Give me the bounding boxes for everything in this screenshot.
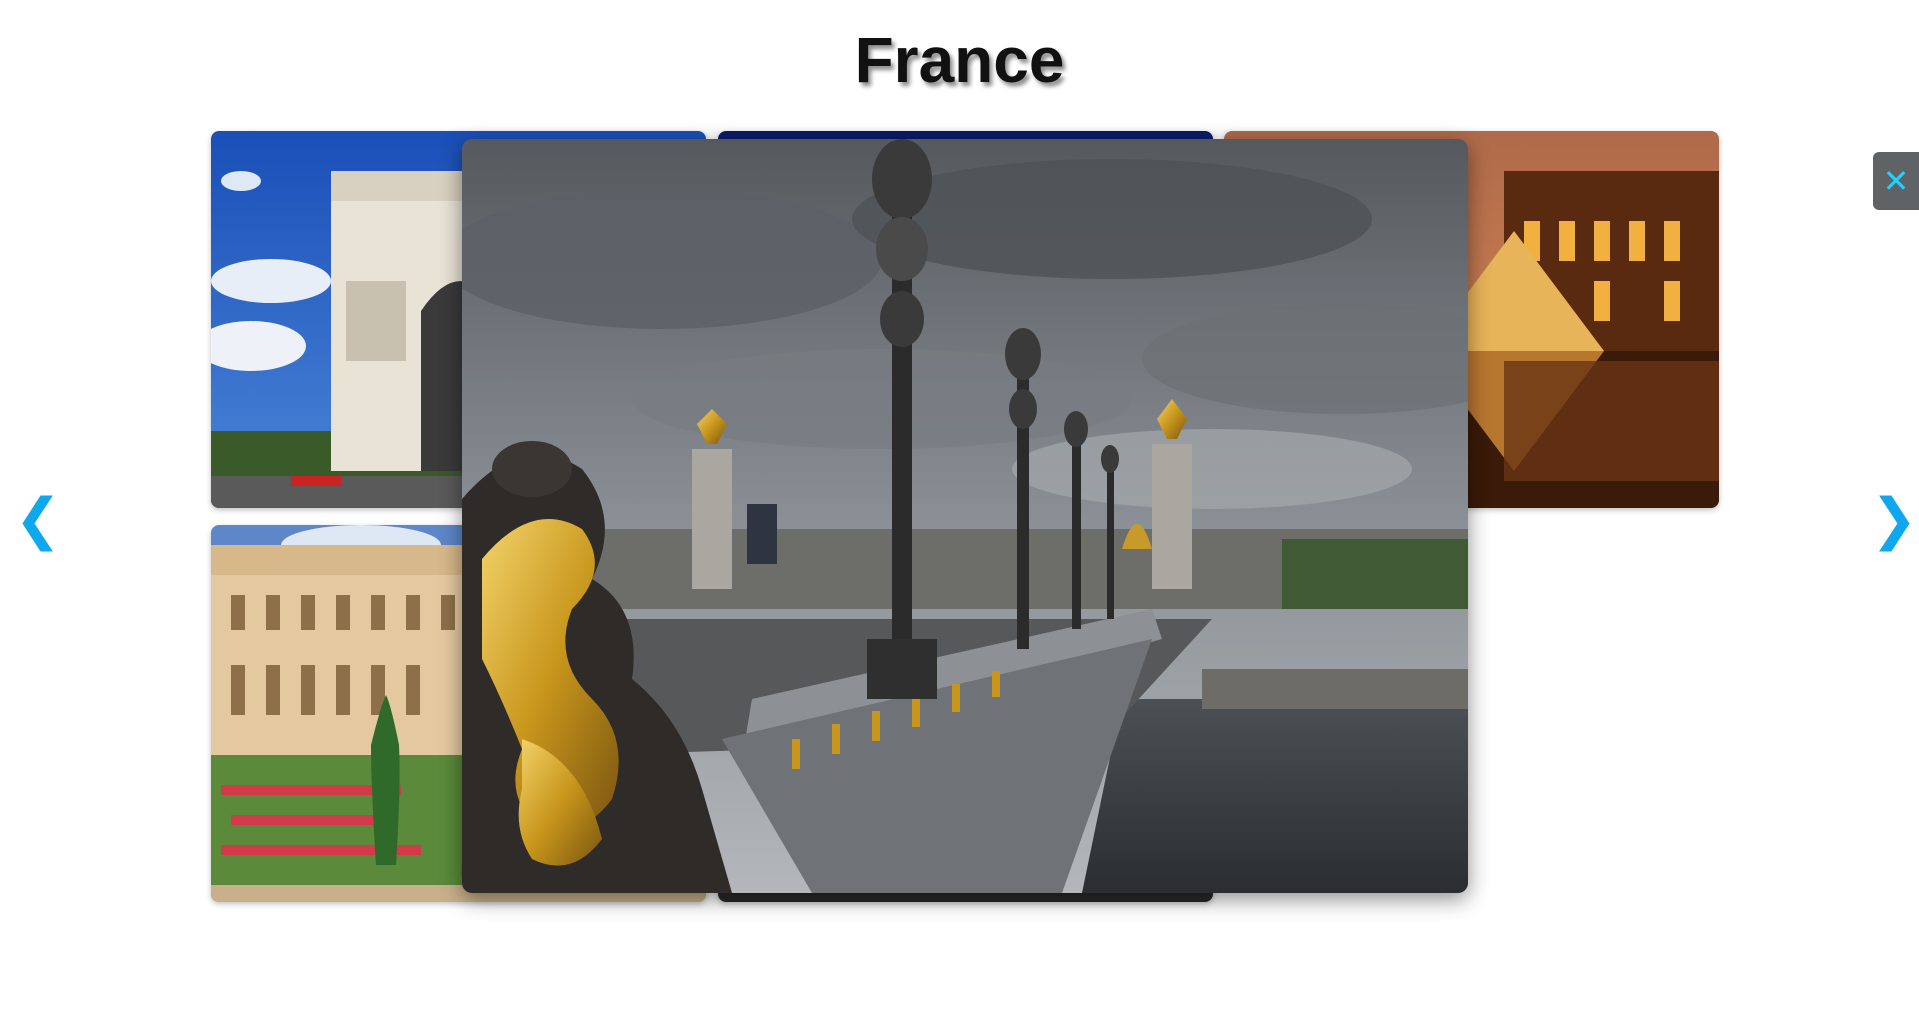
previous-button[interactable]: ❮ (15, 488, 62, 552)
pont-alexandre-photo (462, 139, 1468, 893)
close-button[interactable]: ✕ (1873, 152, 1919, 210)
gallery-page: France ✕ ❮ ❯ (0, 0, 1919, 1026)
lightbox-main-image[interactable] (462, 139, 1468, 893)
close-icon: ✕ (1882, 162, 1910, 200)
chevron-left-icon: ❮ (14, 487, 62, 552)
chevron-right-icon: ❯ (1870, 487, 1918, 552)
next-button[interactable]: ❯ (1871, 488, 1918, 552)
page-title: France (854, 24, 1065, 96)
